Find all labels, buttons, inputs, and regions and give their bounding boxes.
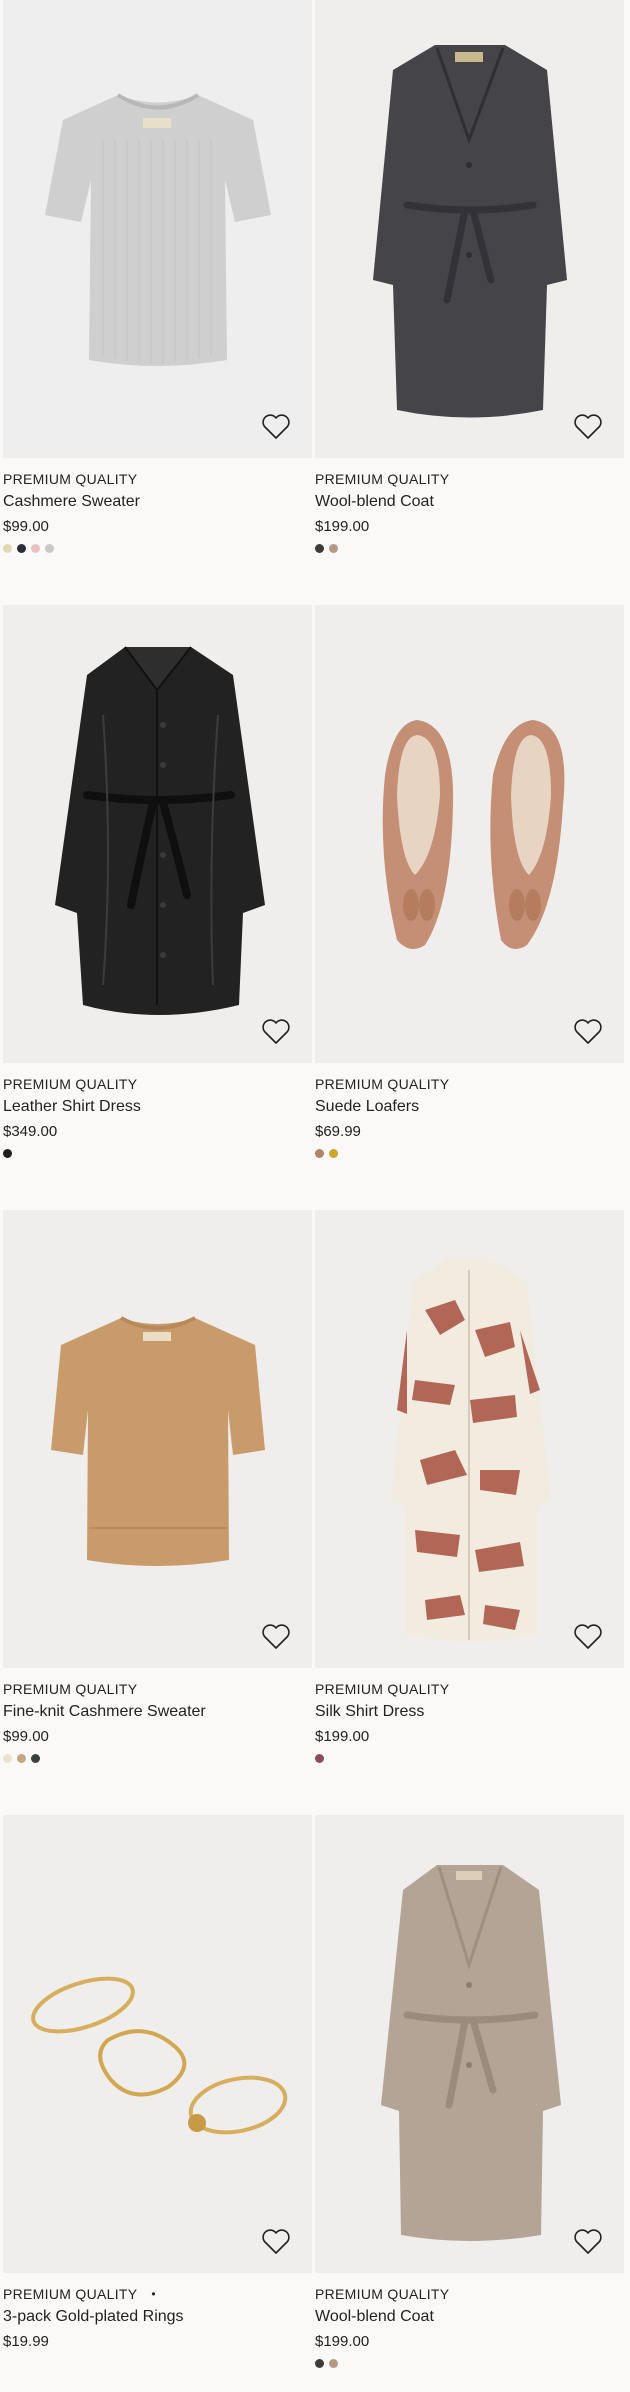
product-info: PREMIUM QUALITY Leather Shirt Dress $349… [3,1063,312,1158]
heart-outline-icon[interactable] [572,2225,604,2257]
product-image[interactable] [3,605,312,1063]
color-swatches [315,544,624,553]
quality-tag-text: PREMIUM QUALITY [3,2286,138,2302]
color-swatches [3,544,312,553]
product-card[interactable]: PREMIUM QUALITY Fine-knit Cashmere Sweat… [3,1210,312,1815]
product-info: PREMIUM QUALITY Wool-blend Coat $199.00 [315,458,624,553]
color-swatches [3,1149,312,1158]
color-swatch[interactable] [17,544,26,553]
product-price: $199.00 [315,1728,370,1745]
color-swatch[interactable] [17,1754,26,1763]
product-price: $99.00 [3,1728,49,1745]
product-card[interactable]: PREMIUM QUALITY Suede Loafers $69.99 [315,605,624,1210]
product-title[interactable]: Wool-blend Coat [315,2305,624,2329]
product-image[interactable] [3,1210,312,1668]
product-title[interactable]: Fine-knit Cashmere Sweater [3,1700,312,1724]
knit-sweater-icon [51,1316,265,1566]
product-info: PREMIUM QUALITY Silk Shirt Dress $199.00 [315,1668,624,1763]
product-card[interactable]: PREMIUM QUALITY Cashmere Sweater $99.00 [3,0,312,605]
heart-outline-icon[interactable] [260,2225,292,2257]
leather-dress-icon [55,646,265,1015]
product-title[interactable]: Wool-blend Coat [315,490,624,514]
quality-tag: PREMIUM QUALITY [3,1681,138,1697]
color-swatches [315,1149,624,1158]
color-swatch[interactable] [315,544,324,553]
color-swatch[interactable] [329,544,338,553]
quality-tag: PREMIUM QUALITY [315,1681,450,1697]
product-image[interactable] [3,1815,312,2273]
product-price: $199.00 [315,2333,370,2350]
quality-tag: PREMIUM QUALITY [315,1076,450,1092]
color-swatch[interactable] [45,544,54,553]
product-image[interactable] [315,1210,624,1668]
product-card[interactable]: PREMIUM QUALITY Wool-blend Coat $199.00 [315,1815,624,2392]
product-price: $349.00 [3,1123,58,1140]
product-info: PREMIUM QUALITY Fine-knit Cashmere Sweat… [3,1668,312,1763]
heart-outline-icon[interactable] [572,1620,604,1652]
heart-outline-icon[interactable] [572,410,604,442]
color-swatch[interactable] [31,544,40,553]
color-swatch[interactable] [3,1754,12,1763]
color-swatch[interactable] [315,1754,324,1763]
product-image[interactable] [315,605,624,1063]
heart-outline-icon[interactable] [260,410,292,442]
heart-outline-icon[interactable] [260,1620,292,1652]
product-title[interactable]: Suede Loafers [315,1095,624,1119]
product-image[interactable] [315,1815,624,2273]
product-price: $69.99 [315,1123,361,1140]
quality-tag: PREMIUM QUALITY [315,2286,450,2302]
product-card[interactable]: PREMIUM QUALITY Wool-blend Coat $199.00 [315,0,624,605]
quality-tag: PREMIUM QUALITY [3,1076,138,1092]
rings-icon [31,1976,288,2135]
product-grid: PREMIUM QUALITY Cashmere Sweater $99.00 [0,0,630,2392]
product-image[interactable] [315,0,624,458]
product-title[interactable]: 3-pack Gold-plated Rings [3,2305,312,2329]
product-price: $199.00 [315,518,370,535]
color-swatch[interactable] [329,1149,338,1158]
color-swatches [315,2359,624,2368]
quality-tag: PREMIUM QUALITY • [3,2283,312,2305]
product-title[interactable]: Silk Shirt Dress [315,1700,624,1724]
camel-coat-icon [381,1865,561,2241]
sweater-icon [45,93,271,366]
loafers-icon [382,720,565,949]
heart-outline-icon[interactable] [572,1015,604,1047]
product-price: $19.99 [3,2333,49,2350]
product-card[interactable]: PREMIUM QUALITY Silk Shirt Dress $199.00 [315,1210,624,1815]
product-info: PREMIUM QUALITY • 3-pack Gold-plated Ring… [3,2273,312,2359]
coat-icon [373,45,567,418]
product-title[interactable]: Leather Shirt Dress [3,1095,312,1119]
quality-tag: PREMIUM QUALITY [3,471,138,487]
product-info: PREMIUM QUALITY Suede Loafers $69.99 [315,1063,624,1158]
product-card[interactable]: PREMIUM QUALITY Leather Shirt Dress $349… [3,605,312,1210]
color-swatch[interactable] [3,1149,12,1158]
color-swatch[interactable] [329,2359,338,2368]
product-price: $99.00 [3,518,49,535]
color-swatch[interactable] [31,1754,40,1763]
color-swatch[interactable] [315,2359,324,2368]
color-swatch[interactable] [315,1149,324,1158]
heart-outline-icon[interactable] [260,1015,292,1047]
color-swatches [315,1754,624,1763]
tag-dot: • [151,2287,156,2301]
product-info: PREMIUM QUALITY Cashmere Sweater $99.00 [3,458,312,553]
product-card[interactable]: PREMIUM QUALITY • 3-pack Gold-plated Ring… [3,1815,312,2392]
color-swatches [3,1754,312,1763]
color-swatch[interactable] [3,544,12,553]
quality-tag: PREMIUM QUALITY [315,471,450,487]
product-image[interactable] [3,0,312,458]
product-info: PREMIUM QUALITY Wool-blend Coat $199.00 [315,2273,624,2368]
product-title[interactable]: Cashmere Sweater [3,490,312,514]
printed-dress-icon [391,1258,551,1642]
